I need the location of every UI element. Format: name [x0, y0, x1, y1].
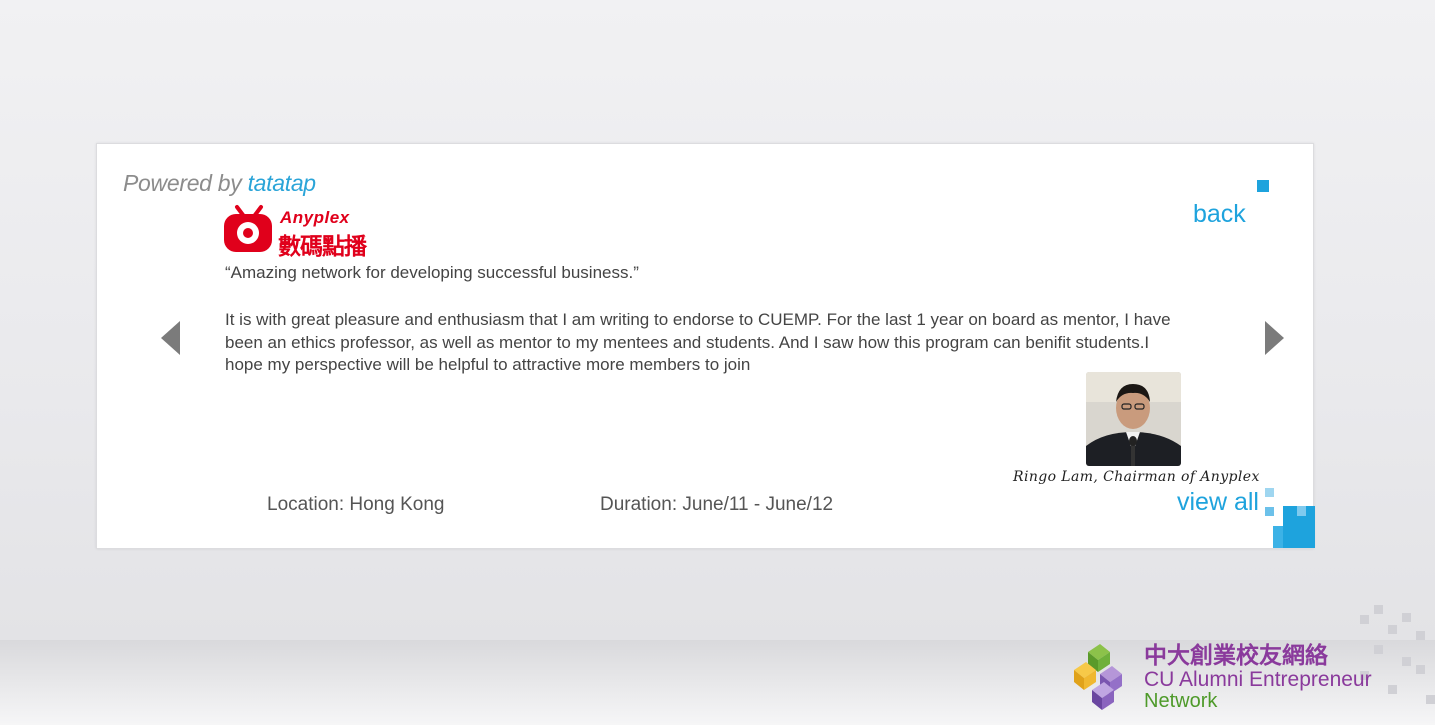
location-text: Location: Hong Kong [267, 494, 445, 515]
cu-logo-line1: CU Alumni Entrepreneur [1144, 668, 1372, 691]
duration-text: Duration: June/11 - June/12 [600, 494, 834, 515]
back-link[interactable]: back [1193, 200, 1246, 229]
logo-cjk-text: 數碼點播 [278, 233, 367, 259]
cu-alumni-logo: 中大創業校友網絡 CU Alumni Entrepreneur Network [1070, 632, 1390, 722]
author-photo [1086, 372, 1181, 466]
back-accent-square [1257, 180, 1269, 192]
cu-logo-cjk: 中大創業校友網絡 [1144, 642, 1328, 668]
logo-wordmark: Anyplex [280, 208, 350, 227]
anyplex-tv-icon [224, 205, 272, 252]
chevron-right-icon[interactable] [1265, 321, 1284, 355]
view-all-link[interactable]: view all [1177, 488, 1259, 517]
testimonial-card: Powered by tatatap Anyplex 數碼點播 “Amazing… [96, 143, 1315, 549]
testimonial-body: It is with great pleasure and enthusiasm… [225, 310, 1171, 374]
anyplex-logo: Anyplex 數碼點播 [223, 204, 383, 259]
powered-by-prefix: Powered by [123, 170, 242, 196]
powered-by: Powered by tatatap [123, 170, 316, 197]
chevron-left-icon[interactable] [161, 321, 180, 355]
cu-logo-line2: Network [1144, 690, 1218, 712]
author-caption: Ringo Lam, Chairman of Anyplex [1013, 469, 1260, 485]
testimonial-headline: “Amazing network for developing successf… [225, 263, 639, 282]
powered-by-brand[interactable]: tatatap [248, 170, 317, 196]
cube-logo-icon [1074, 644, 1122, 710]
